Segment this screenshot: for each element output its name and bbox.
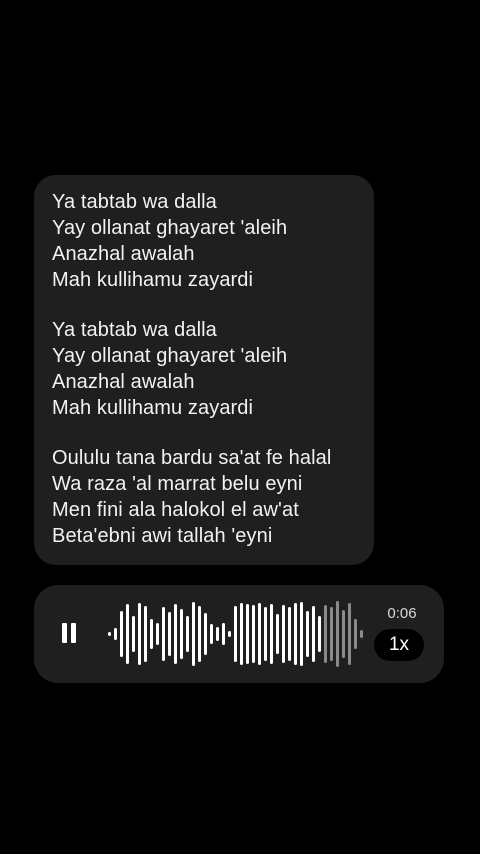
waveform-bar [204,613,207,655]
waveform-bar [264,607,267,661]
waveform-bar [294,603,297,665]
pause-button[interactable] [56,619,82,649]
waveform-bar [174,604,177,664]
lyrics-line: Anazhal awalah [52,371,195,393]
waveform-bar [228,631,231,637]
waveform-bar [114,628,117,640]
waveform-bar [138,603,141,665]
waveform-bar [156,623,159,645]
waveform-bar [126,604,129,664]
waveform-bar [162,607,165,661]
waveform-bar [210,624,213,644]
waveform-bar [306,611,309,657]
waveform-bar [354,619,357,649]
waveform-bar [324,605,327,663]
voice-note: 0:06 1x [34,585,444,683]
waveform-bar [318,616,321,652]
waveform-bar [186,616,189,652]
lyrics-line: Mah kullihamu zayardi [52,269,254,291]
lyrics-line: Ya tabtab wa dalla [52,319,217,341]
waveform-bar [234,606,237,662]
lyrics-line: Mah kullihamu zayardi [52,397,254,419]
waveform-bar [192,602,195,666]
waveform-bar [336,601,339,667]
lyrics-line: Yay ollanat ghayaret 'aleih [52,217,288,239]
waveform-bar [198,606,201,662]
voice-duration: 0:06 [387,605,417,622]
lyrics-stanza-2: Ya tabtab wa dalla Yay ollanat ghayaret … [52,317,356,421]
waveform-bar [150,619,153,649]
lyrics-stanza-1: Ya tabtab wa dalla Yay ollanat ghayaret … [52,189,356,293]
waveform-bar [258,603,261,665]
message-bubble: Ya tabtab wa dalla Yay ollanat ghayaret … [34,175,374,565]
waveform-bar [282,605,285,663]
lyrics-line: Wa raza 'al marrat belu eyni [52,473,303,495]
waveform-bar [216,627,219,641]
waveform-bar [276,614,279,654]
waveform-bar [300,602,303,666]
lyrics-line: Oululu tana bardu sa'at fe halal [52,447,332,469]
waveform-bar [246,604,249,664]
lyrics-line: Anazhal awalah [52,243,195,265]
waveform-bar [132,616,135,652]
waveform-bar [270,604,273,664]
lyrics-stanza-3: Oululu tana bardu sa'at fe halal Wa raza… [52,445,356,549]
lyrics-line: Ya tabtab wa dalla [52,191,217,213]
waveform-bar [222,623,225,645]
waveform-bar [144,606,147,662]
waveform-bar [312,606,315,662]
waveform-bar [342,610,345,658]
waveform-bar [360,630,363,638]
waveform-bar [180,609,183,659]
waveform-bar [330,607,333,661]
waveform-bar [168,612,171,656]
waveform-bar [348,603,351,665]
waveform-bar [120,611,123,657]
voice-waveform[interactable] [104,589,374,679]
waveform-bar [108,632,111,636]
waveform-bar [252,605,255,663]
lyrics-line: Yay ollanat ghayaret 'aleih [52,345,288,367]
pause-icon [62,623,67,643]
waveform-bar [288,607,291,661]
lyrics-line: Beta'ebni awi tallah 'eyni [52,525,273,547]
lyrics-line: Men fini ala halokol el aw'at [52,499,299,521]
playback-speed-button[interactable]: 1x [374,629,424,661]
waveform-bar [240,603,243,665]
